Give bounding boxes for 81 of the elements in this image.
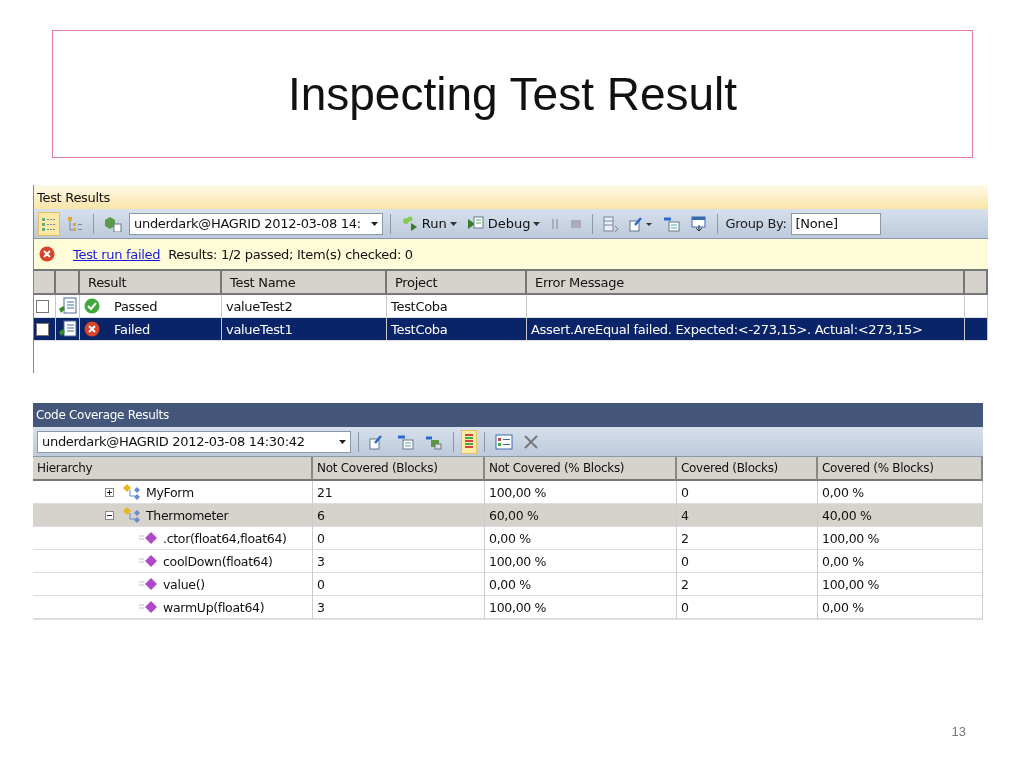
coloring-icon[interactable] [461,429,477,454]
class-icon [122,484,142,500]
caret-icon [533,221,541,226]
tree-item[interactable]: .ctor(float64,float64) [163,530,287,546]
table-cell: 3 [313,550,485,573]
caret-icon [339,439,346,444]
tree-item[interactable]: coolDown(float64) [163,553,273,569]
table-cell: 0 [677,596,818,619]
tree-item[interactable]: MyForm [146,484,194,500]
table-cell: 2 [677,527,818,550]
group-by-dropdown[interactable]: [None] [790,212,881,235]
result-cell: Failed [80,318,222,341]
row-checkbox[interactable] [36,299,49,313]
debug-button[interactable]: Debug [463,211,544,236]
table-cell: TestCoba [387,295,527,318]
tree-item[interactable]: warmUp(float64) [163,599,265,615]
debug-icon [466,215,485,232]
table-cell: 3 [313,596,485,619]
run-icon [400,215,419,232]
table-cell: 40,00 % [818,504,983,527]
column-header[interactable] [34,271,56,295]
panel-title: Code Coverage Results [33,403,983,427]
error-icon [39,246,55,262]
collapse-icon[interactable] [105,510,114,520]
table-cell: valueTest2 [222,295,387,318]
error-icon [84,321,100,337]
tree-item[interactable]: value() [163,576,205,592]
table-cell: 0,00 % [485,527,677,550]
expand-icon[interactable] [105,487,114,497]
table-cell: valueTest1 [222,318,387,341]
column-header[interactable]: Covered (% Blocks) [818,457,983,481]
coverage-run-dropdown[interactable]: underdark@HAGRID 2012-03-08 14:30:42 [37,430,351,453]
test-document-icon [58,297,78,315]
status-text: Results: 1/2 passed; Item(s) checked: 0 [168,246,413,262]
column-header[interactable]: Project [387,271,527,295]
table-cell: TestCoba [387,318,527,341]
caret-icon [449,221,457,226]
test-run-link[interactable]: Test run failed [73,246,161,262]
table-cell: 0,00 % [818,550,983,573]
caret-icon [370,221,378,226]
table-cell: 0 [677,550,818,573]
table-cell: 100,00 % [485,596,677,619]
table-cell: 4 [677,504,818,527]
method-icon [139,577,159,591]
table-cell: 100,00 % [818,573,983,596]
column-header[interactable] [965,271,988,295]
table-cell: 0,00 % [818,596,983,619]
table-cell: 0,00 % [485,573,677,596]
method-icon [139,600,159,614]
table-cell [965,295,988,318]
column-header[interactable]: Error Message [527,271,965,295]
table-cell: 0 [313,573,485,596]
check-icon [84,298,100,314]
table-cell: Assert.AreEqual failed. Expected:<-273,15>. Actual:<273,15> [527,318,965,341]
table-cell: 100,00 % [818,527,983,550]
column-header[interactable]: Result [80,271,222,295]
method-icon [139,531,159,545]
row-checkbox[interactable] [36,322,49,336]
panel-title: Test Results [34,185,988,209]
column-header[interactable]: Covered (Blocks) [677,457,818,481]
test-document-icon [58,320,78,338]
table-cell: 100,00 % [485,550,677,573]
column-header[interactable]: Not Covered (Blocks) [313,457,485,481]
table-cell: 60,00 % [485,504,677,527]
column-header[interactable]: Test Name [222,271,387,295]
result-cell: Passed [80,295,222,318]
test-run-dropdown[interactable]: underdark@HAGRID 2012-03-08 14: [129,212,383,235]
list-view-icon[interactable] [38,211,60,236]
slide-title: Inspecting Test Result [287,67,738,121]
table-cell: 2 [677,573,818,596]
class-icon [122,507,142,523]
slide-number: 13 [951,724,966,739]
column-header[interactable]: Hierarchy [33,457,313,481]
column-header[interactable]: Not Covered (% Blocks) [485,457,677,481]
table-cell [965,318,988,341]
run-button[interactable]: Run [397,211,460,236]
method-icon [139,554,159,568]
column-header[interactable] [56,271,80,295]
group-by-label: Group By: [725,216,787,231]
table-cell: 0 [313,527,485,550]
table-cell: 6 [313,504,485,527]
